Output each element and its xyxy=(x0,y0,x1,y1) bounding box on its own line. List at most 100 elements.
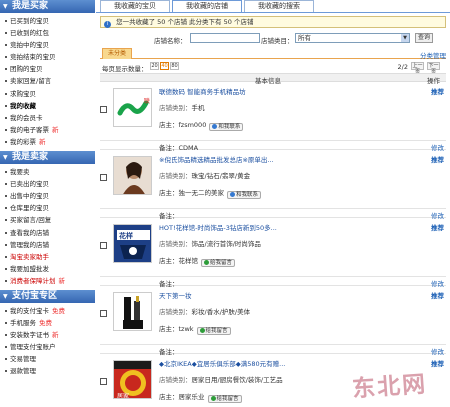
sidebar-section-alipay-header[interactable]: ▼ 支付宝专区 xyxy=(0,289,95,303)
shop-title-link[interactable]: 联德数码 智能商务手机精品坊 xyxy=(159,86,246,96)
shop-logo[interactable] xyxy=(113,156,152,195)
sidebar-item[interactable]: 我的电子客票新 xyxy=(0,124,95,136)
sidebar-item[interactable]: 团购的宝贝 xyxy=(0,63,95,75)
sidebar-item-label: 买家留言/回复 xyxy=(10,216,52,225)
sidebar-item[interactable]: 退款管理 xyxy=(0,365,95,377)
sidebar-section-seller-header[interactable]: ▼ 我是卖家 xyxy=(0,151,95,165)
recommend-link[interactable]: 推荐 xyxy=(431,86,444,96)
shop-owner: 店主：tzwk 给我留言 xyxy=(159,323,231,335)
wangwang-contact-button[interactable]: 给我留言 xyxy=(196,327,231,335)
select-checkbox[interactable] xyxy=(100,310,107,317)
shop-logo[interactable] xyxy=(113,292,152,331)
sidebar-item[interactable]: 卖家回复/留言 xyxy=(0,75,95,87)
sidebar-item[interactable]: 手机服务 免费 xyxy=(0,317,95,329)
select-checkbox[interactable] xyxy=(100,106,107,113)
sidebar-item-label: 竞拍结束的宝贝 xyxy=(10,53,56,62)
sidebar-item-label: 手机服务 xyxy=(10,319,36,328)
shop-title-link[interactable]: ◆北京IKEA◆宜居乐俱乐部◆满580元有赠... xyxy=(159,358,285,368)
per-page-option[interactable]: 20 xyxy=(150,62,159,70)
tab-favorite-shops[interactable]: 我收藏的店铺 xyxy=(172,0,242,12)
shop-category-value: 居家日用/厨房餐饮/装饰/工艺品 xyxy=(191,376,283,384)
sidebar-item[interactable]: 我的彩票新 xyxy=(0,136,95,148)
shop-name-input[interactable] xyxy=(190,33,260,43)
tab-favorite-searches[interactable]: 我收藏的搜索 xyxy=(244,0,314,12)
prev-page-button[interactable]: 上一页 xyxy=(411,62,424,75)
sidebar-item[interactable]: 我的收藏 xyxy=(0,100,95,112)
sidebar-item[interactable]: 出售中的宝贝 xyxy=(0,190,95,202)
sidebar-item-label: 管理支付宝账户 xyxy=(10,343,56,352)
shop-logo[interactable]: 花样 xyxy=(113,224,152,263)
wangwang-contact-button[interactable]: 和我联系 xyxy=(227,191,262,199)
sidebar-item-label: 我的电子客票 xyxy=(10,125,49,134)
sidebar-item-label: 我要卖 xyxy=(10,168,30,177)
sidebar-item-label: 我的支付宝卡 xyxy=(10,306,49,315)
sidebar-item[interactable]: 我的支付宝卡 免费 xyxy=(0,305,95,317)
shop-logo[interactable]: 联 xyxy=(113,88,152,127)
shop-owner-name[interactable]: 花样馆 xyxy=(179,257,199,265)
select-checkbox[interactable] xyxy=(100,378,107,385)
category-tab-uncategorized[interactable]: 未分类 xyxy=(102,48,132,59)
shop-owner-name[interactable]: 独一无二的美家 xyxy=(179,189,225,197)
wangwang-contact-button[interactable]: 和我联系 xyxy=(209,123,244,131)
shop-title-link[interactable]: HOT!花样馆-时尚饰品-3钻店新到50多... xyxy=(159,222,277,232)
shop-owner-label: 店主： xyxy=(159,393,179,401)
sidebar-item[interactable]: 消费者保障计划新 xyxy=(0,275,95,287)
sidebar-item[interactable]: 已卖出的宝贝 xyxy=(0,178,95,190)
shop-title-link[interactable]: 天下第一妆 xyxy=(159,290,192,300)
sidebar-item-label: 退款管理 xyxy=(10,367,36,376)
sidebar-item[interactable]: 已收到的红包 xyxy=(0,27,95,39)
recommend-link[interactable]: 推荐 xyxy=(431,290,444,300)
sidebar-item[interactable]: 仓库里的宝贝 xyxy=(0,202,95,214)
sidebar-item[interactable]: 我要加盟批发 xyxy=(0,263,95,275)
shop-owner-name[interactable]: fzsm000 xyxy=(179,121,207,129)
sidebar-item-badge: 新 xyxy=(52,331,59,340)
select-checkbox[interactable] xyxy=(100,242,107,249)
sidebar-item[interactable]: 竞拍结束的宝贝 xyxy=(0,51,95,63)
shop-owner-name[interactable]: tzwk xyxy=(179,325,194,333)
next-page-button[interactable]: 下一页 xyxy=(427,62,440,75)
sidebar-item[interactable]: 买家留言/回复 xyxy=(0,214,95,226)
shop-list: 联联德数码 智能商务手机精品坊 店铺类别：手机 店主：fzsm000 和我联系 推荐 备注… xyxy=(96,82,450,407)
sidebar-item[interactable]: 查看我的店铺 xyxy=(0,227,95,239)
sidebar-item-badge: 新 xyxy=(58,276,66,285)
sidebar-item-label: 竞拍中的宝贝 xyxy=(10,41,49,50)
pager-bar: 每页显示数量： 20 40 80 2/2 上一页 下一页 xyxy=(100,59,446,75)
recommend-link[interactable]: 推荐 xyxy=(431,358,444,368)
category-bar: 未分类 分类管理 xyxy=(100,48,446,60)
svg-text:居家: 居家 xyxy=(117,392,129,399)
shop-title-link[interactable]: ※倪氏饰品精选精品批发总店※原单出... xyxy=(159,154,274,164)
search-button[interactable]: 查询 xyxy=(415,33,434,43)
sidebar-item[interactable]: 管理支付宝账户 xyxy=(0,341,95,353)
wangwang-contact-button[interactable]: 给我留言 xyxy=(207,395,242,403)
bullet-icon xyxy=(5,370,7,373)
sidebar-item-badge: 新 xyxy=(39,137,46,146)
shop-owner-label: 店主： xyxy=(159,121,179,129)
per-page-option[interactable]: 40 xyxy=(160,62,169,70)
select-checkbox[interactable] xyxy=(100,174,107,181)
wangwang-label: 和我联系 xyxy=(218,124,241,130)
sidebar-item[interactable]: 我的会员卡 xyxy=(0,112,95,124)
shop-owner-name[interactable]: 居家乐业 xyxy=(179,393,205,401)
sidebar-item[interactable]: 竞拍中的宝贝 xyxy=(0,39,95,51)
sidebar-item[interactable]: 淘宝卖家助手 xyxy=(0,251,95,263)
tab-favorite-items[interactable]: 我收藏的宝贝 xyxy=(100,0,170,12)
shop-category: 店铺类别：珠宝/钻石/翡翠/黄金 xyxy=(159,170,250,180)
shop-category-select[interactable]: 所有 ▼ xyxy=(295,33,410,43)
sidebar-item[interactable]: 交易管理 xyxy=(0,353,95,365)
shop-logo[interactable]: 居家 xyxy=(113,360,152,399)
sidebar-item[interactable]: 我要卖 xyxy=(0,166,95,178)
sidebar-item-badge: 新 xyxy=(52,125,59,134)
recommend-link[interactable]: 推荐 xyxy=(431,222,444,232)
collapse-arrow-icon: ▼ xyxy=(3,292,8,300)
per-page-option[interactable]: 80 xyxy=(170,62,179,70)
recommend-link[interactable]: 推荐 xyxy=(431,154,444,164)
sidebar-item-label: 卖家回复/留言 xyxy=(10,77,52,86)
sidebar-item-label: 出售中的宝贝 xyxy=(10,192,49,201)
wangwang-contact-button[interactable]: 给我留言 xyxy=(201,259,236,267)
sidebar-item[interactable]: 管理我的店铺 xyxy=(0,239,95,251)
sidebar-section-buyer-header[interactable]: ▼ 我是买家 xyxy=(0,0,95,13)
bullet-icon xyxy=(5,334,7,337)
sidebar-item[interactable]: 求购宝贝 xyxy=(0,88,95,100)
sidebar-item[interactable]: 已买到的宝贝 xyxy=(0,15,95,27)
sidebar-item[interactable]: 安装数字证书新 xyxy=(0,329,95,341)
